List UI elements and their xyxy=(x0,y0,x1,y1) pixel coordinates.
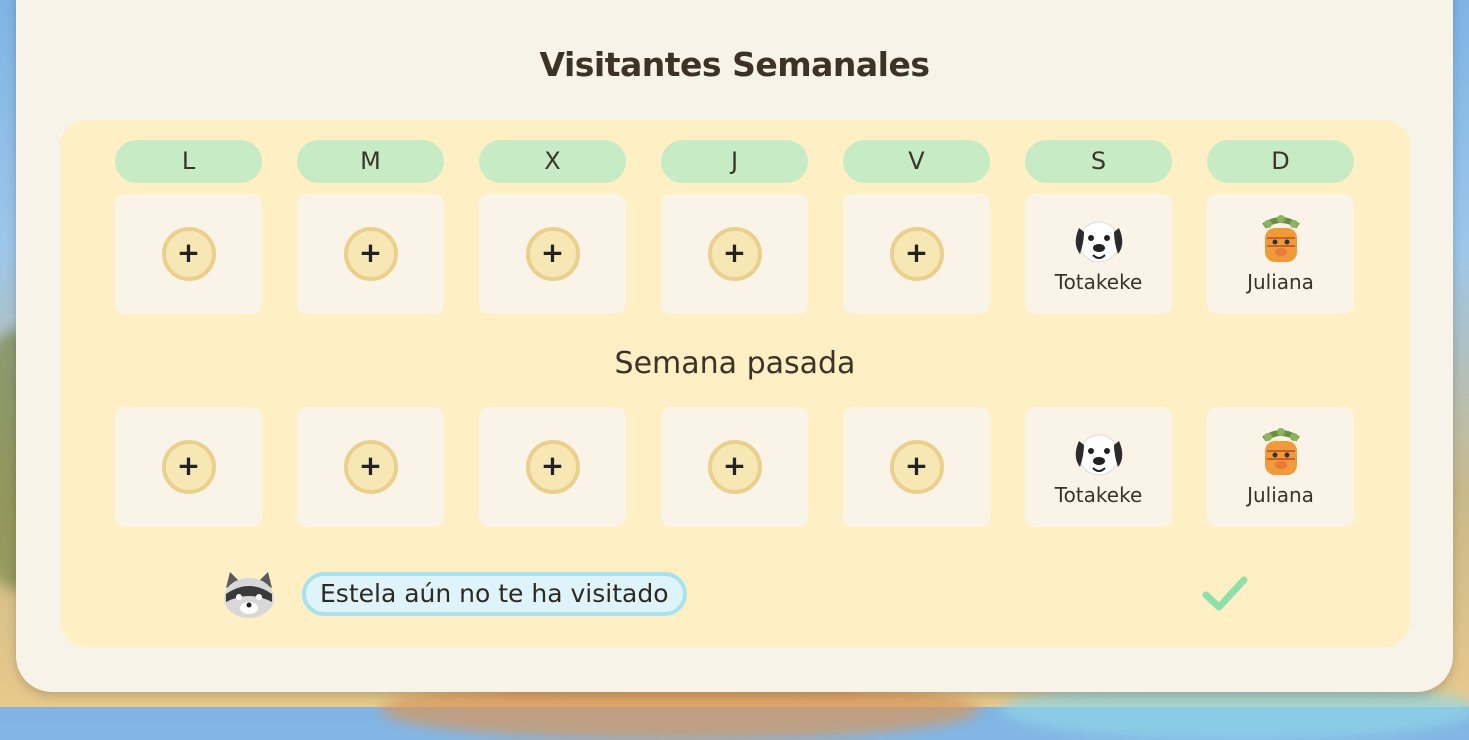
visitors-board: LMXJVSD + + + + + Totakeke Juliana Semana pasa… xyxy=(60,120,1410,647)
plus-icon: + xyxy=(904,449,929,482)
weekday-header: LMXJVSD xyxy=(115,140,1354,183)
last-week-row: + + + + + Totakeke Juliana xyxy=(115,407,1354,527)
visitor-slot[interactable]: + xyxy=(115,194,262,314)
visitor-slot[interactable]: + xyxy=(661,407,808,527)
visitor-slot[interactable]: + xyxy=(479,194,626,314)
plus-icon: + xyxy=(540,236,565,269)
visitor-slot[interactable]: Juliana xyxy=(1207,407,1354,527)
juliana-icon xyxy=(1261,428,1300,475)
day-label: M xyxy=(297,140,444,183)
visitor-slot[interactable]: + xyxy=(661,194,808,314)
add-visitor-button[interactable]: + xyxy=(889,227,944,281)
visitor-slot[interactable]: + xyxy=(297,407,444,527)
add-visitor-button[interactable]: + xyxy=(707,440,762,494)
visitor-slot[interactable]: + xyxy=(115,407,262,527)
visitor-slot[interactable]: Juliana xyxy=(1207,194,1354,314)
villager-name: Juliana xyxy=(1247,483,1314,507)
plus-icon: + xyxy=(358,236,383,269)
add-visitor-button[interactable]: + xyxy=(343,440,398,494)
juliana-icon xyxy=(1261,215,1300,262)
villager-name: Totakeke xyxy=(1054,483,1143,507)
plus-icon: + xyxy=(176,236,201,269)
add-visitor-button[interactable]: + xyxy=(343,227,398,281)
add-visitor-button[interactable]: + xyxy=(525,227,580,281)
plus-icon: + xyxy=(176,449,201,482)
add-visitor-button[interactable]: + xyxy=(161,440,216,494)
add-visitor-button[interactable]: + xyxy=(707,227,762,281)
add-visitor-button[interactable]: + xyxy=(889,440,944,494)
visitor-slot[interactable]: + xyxy=(843,407,990,527)
day-label: X xyxy=(479,140,626,183)
day-label: J xyxy=(661,140,808,183)
page-title: Visitantes Semanales xyxy=(539,45,930,84)
day-label: L xyxy=(115,140,262,183)
plus-icon: + xyxy=(540,449,565,482)
day-label: V xyxy=(843,140,990,183)
last-week-title: Semana pasada xyxy=(614,346,856,381)
visitor-slot[interactable]: Totakeke xyxy=(1025,194,1172,314)
day-label: S xyxy=(1025,140,1172,183)
villager-name: Totakeke xyxy=(1054,270,1143,294)
add-visitor-button[interactable]: + xyxy=(525,440,580,494)
plus-icon: + xyxy=(722,449,747,482)
visitor-slot[interactable]: + xyxy=(479,407,626,527)
villager-name: Juliana xyxy=(1247,270,1314,294)
checkmark-icon[interactable] xyxy=(1202,575,1248,613)
plus-icon: + xyxy=(722,236,747,269)
content-layer: Visitantes Semanales LMXJVSD + + + + + Totake… xyxy=(0,0,1469,707)
visitor-slot[interactable]: + xyxy=(843,194,990,314)
visitor-slot[interactable]: + xyxy=(297,194,444,314)
visitor-footer: Estela aún no te ha visitado xyxy=(220,568,687,620)
plus-icon: + xyxy=(904,236,929,269)
raccoon-icon xyxy=(224,572,274,618)
visitor-slot[interactable]: Totakeke xyxy=(1025,407,1172,527)
plus-icon: + xyxy=(358,449,383,482)
dog-icon xyxy=(1075,434,1122,476)
add-visitor-button[interactable]: + xyxy=(161,227,216,281)
dog-icon xyxy=(1075,221,1122,263)
visitor-message: Estela aún no te ha visitado xyxy=(302,572,687,616)
day-label: D xyxy=(1207,140,1354,183)
current-week-row: + + + + + Totakeke Juliana xyxy=(115,194,1354,314)
